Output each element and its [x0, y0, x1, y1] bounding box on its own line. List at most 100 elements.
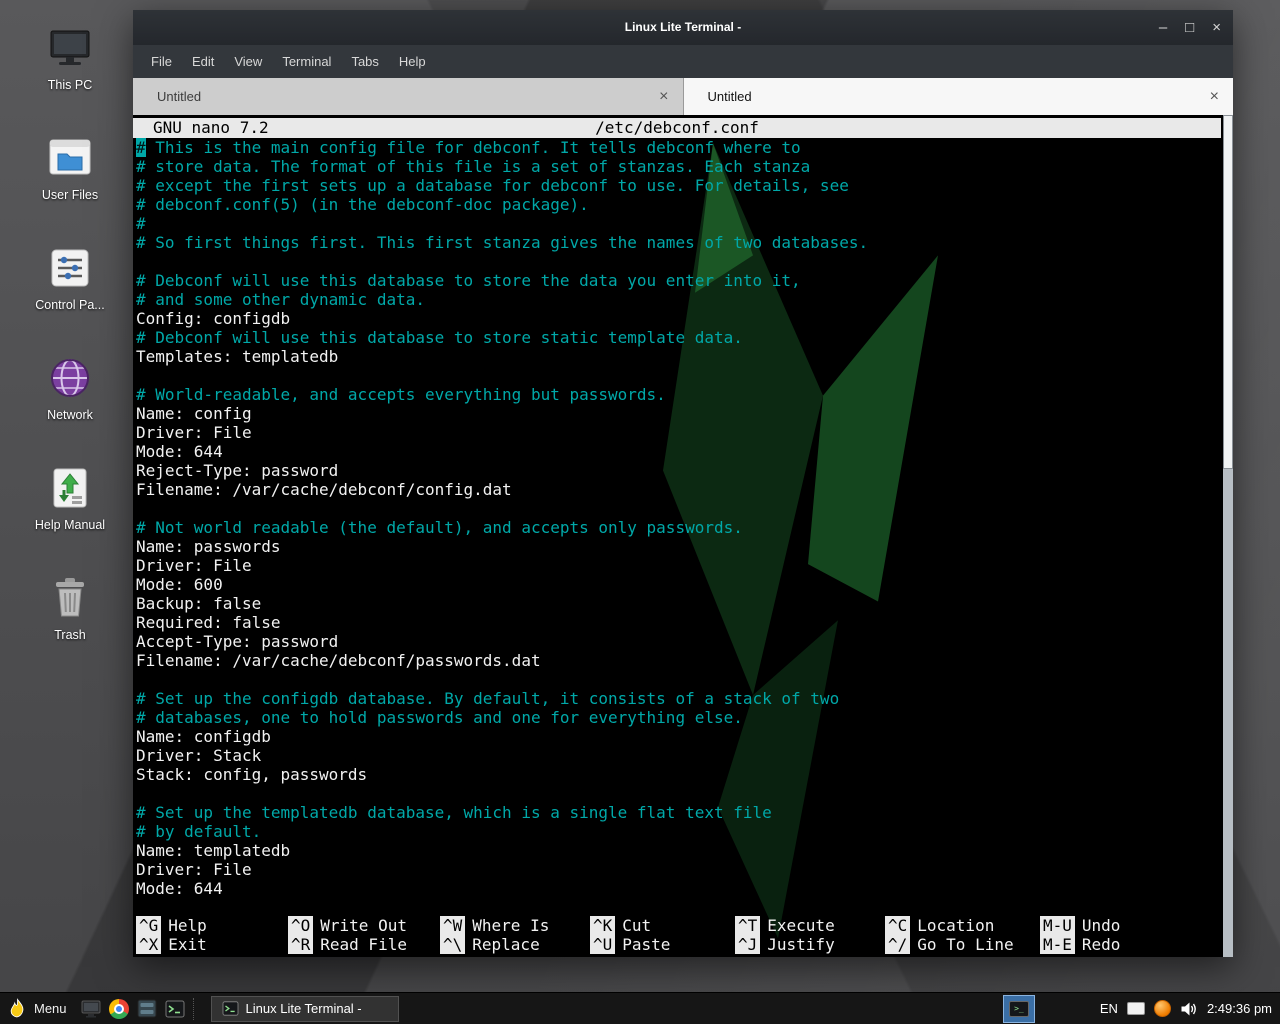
- nano-shortcut: ^JJustify: [735, 935, 885, 954]
- nano-line: Mode: 644: [136, 879, 1233, 898]
- nano-shortcut: ^CLocation: [885, 916, 1040, 935]
- tray-terminal-icon[interactable]: >_: [1003, 995, 1035, 1023]
- volume-icon[interactable]: [1180, 1001, 1198, 1017]
- linux-lite-flame-icon: [8, 998, 27, 1019]
- nano-line: [136, 670, 1233, 689]
- clock: 2:49:36 pm: [1207, 1001, 1272, 1016]
- tab-label: Untitled: [157, 89, 201, 104]
- desktop-icon-network[interactable]: Network: [0, 346, 140, 456]
- nano-shortcut: ^XExit: [136, 935, 288, 954]
- menu-view[interactable]: View: [224, 45, 272, 78]
- terminal-view[interactable]: GNU nano 7.2 /etc/debconf.conf # This is…: [133, 115, 1233, 957]
- minimize-icon[interactable]: –: [1159, 20, 1167, 35]
- menu-tabs[interactable]: Tabs: [341, 45, 388, 78]
- show-desktop-icon[interactable]: [77, 995, 105, 1023]
- terminal-mini-icon: >_: [1009, 1001, 1029, 1017]
- shortcut-key: M-U: [1040, 916, 1075, 935]
- menu-file[interactable]: File: [141, 45, 182, 78]
- screen: This PC User Files: [0, 0, 1280, 1024]
- maximize-icon[interactable]: □: [1185, 20, 1194, 35]
- system-tray: >_ EN 2:49:36 pm: [1003, 995, 1280, 1023]
- desktop-icon-label: User Files: [42, 188, 98, 202]
- nano-line: Accept-Type: password: [136, 632, 1233, 651]
- nano-shortcut: ^T Execute: [735, 916, 885, 935]
- nano-shortcut: ^/Go To Line: [885, 935, 1040, 954]
- nano-line: # except the first sets up a database fo…: [136, 176, 1233, 195]
- start-menu-button[interactable]: Menu: [0, 993, 77, 1024]
- menu-bar: File Edit View Terminal Tabs Help: [133, 45, 1233, 78]
- close-icon[interactable]: ×: [1212, 20, 1221, 35]
- nano-line: [136, 499, 1233, 518]
- taskbar: Menu: [0, 992, 1280, 1024]
- tab-untitled-2[interactable]: Untitled ×: [684, 78, 1234, 115]
- nano-line: # Debconf will use this database to stor…: [136, 328, 1233, 347]
- taskbar-window-button[interactable]: Linux Lite Terminal -: [211, 996, 399, 1022]
- nano-line: #: [136, 214, 1233, 233]
- nano-line: # by default.: [136, 822, 1233, 841]
- nano-line: [136, 252, 1233, 271]
- language-indicator[interactable]: EN: [1100, 1001, 1118, 1016]
- desktop-icon-label: Network: [47, 408, 93, 422]
- nano-line: # This is the main config file for debco…: [136, 138, 1233, 157]
- keyboard-layout-icon[interactable]: [1127, 1002, 1145, 1015]
- shortcut-key: ^W: [440, 916, 465, 935]
- shortcut-label: Redo: [1082, 935, 1121, 954]
- nano-shortcut: ^GHelp: [136, 916, 288, 935]
- task-button-label: Linux Lite Terminal -: [246, 1001, 362, 1016]
- shortcut-key: ^T: [735, 916, 760, 935]
- nano-line: # and some other dynamic data.: [136, 290, 1233, 309]
- nano-line: Mode: 600: [136, 575, 1233, 594]
- desktop-icons: This PC User Files: [0, 16, 140, 676]
- desktop-icon-control-panel[interactable]: Control Pa...: [0, 236, 140, 346]
- nano-line: # Set up the configdb database. By defau…: [136, 689, 1233, 708]
- chrome-icon[interactable]: [105, 995, 133, 1023]
- window-title: Linux Lite Terminal -: [133, 10, 1233, 45]
- nano-line: [136, 784, 1233, 803]
- desktop-icon-user-files[interactable]: User Files: [0, 126, 140, 236]
- file-manager-icon[interactable]: [133, 995, 161, 1023]
- nano-shortcut: ^UPaste: [590, 935, 735, 954]
- notifier-icon[interactable]: [1154, 1000, 1171, 1017]
- shortcut-key: ^/: [885, 935, 910, 954]
- nano-line: # Not world readable (the default), and …: [136, 518, 1233, 537]
- control-panel-icon: [46, 244, 94, 292]
- nano-filename: /etc/debconf.conf: [133, 118, 1221, 138]
- desktop-icon-trash[interactable]: Trash: [0, 566, 140, 676]
- tab-close-icon[interactable]: ×: [659, 89, 668, 105]
- scrollbar-thumb[interactable]: [1223, 115, 1233, 469]
- tab-close-icon[interactable]: ×: [1210, 89, 1219, 105]
- nano-line: # World-readable, and accepts everything…: [136, 385, 1233, 404]
- shortcut-key: ^X: [136, 935, 161, 954]
- shortcut-label: Undo: [1082, 916, 1121, 935]
- nano-line: Driver: File: [136, 860, 1233, 879]
- nano-line: Reject-Type: password: [136, 461, 1233, 480]
- tab-untitled-1[interactable]: Untitled ×: [133, 78, 684, 115]
- nano-line: Config: configdb: [136, 309, 1233, 328]
- menu-edit[interactable]: Edit: [182, 45, 224, 78]
- nano-shortcut: ^RRead File: [288, 935, 440, 954]
- menu-help[interactable]: Help: [389, 45, 436, 78]
- terminal-launcher-icon[interactable]: [161, 995, 189, 1023]
- desktop-icon-help-manual[interactable]: Help Manual: [0, 456, 140, 566]
- shortcut-label: Write Out: [320, 916, 407, 935]
- taskbar-separator: [193, 998, 201, 1020]
- menu-label: Menu: [34, 1001, 67, 1016]
- shortcut-label: Cut: [622, 916, 651, 935]
- shortcut-key: ^K: [590, 916, 615, 935]
- nano-line: Required: false: [136, 613, 1233, 632]
- shortcut-key: ^G: [136, 916, 161, 935]
- scrollbar[interactable]: [1223, 115, 1233, 957]
- nano-cursor: #: [136, 138, 146, 157]
- window-titlebar[interactable]: Linux Lite Terminal - – □ ×: [133, 10, 1233, 45]
- nano-line: Driver: File: [136, 423, 1233, 442]
- nano-line: Stack: config, passwords: [136, 765, 1233, 784]
- nano-line: Filename: /var/cache/debconf/config.dat: [136, 480, 1233, 499]
- desktop-background[interactable]: This PC User Files: [0, 0, 1280, 1024]
- shortcut-key: ^O: [288, 916, 313, 935]
- nano-shortcut: ^\Replace: [440, 935, 590, 954]
- tab-label: Untitled: [708, 89, 752, 104]
- menu-terminal[interactable]: Terminal: [272, 45, 341, 78]
- desktop-icon-this-pc[interactable]: This PC: [0, 16, 140, 126]
- nano-shortcut-row-2: ^XExit^RRead File^\Replace^UPaste^JJusti…: [136, 935, 1217, 954]
- shortcut-label: Execute: [767, 916, 834, 935]
